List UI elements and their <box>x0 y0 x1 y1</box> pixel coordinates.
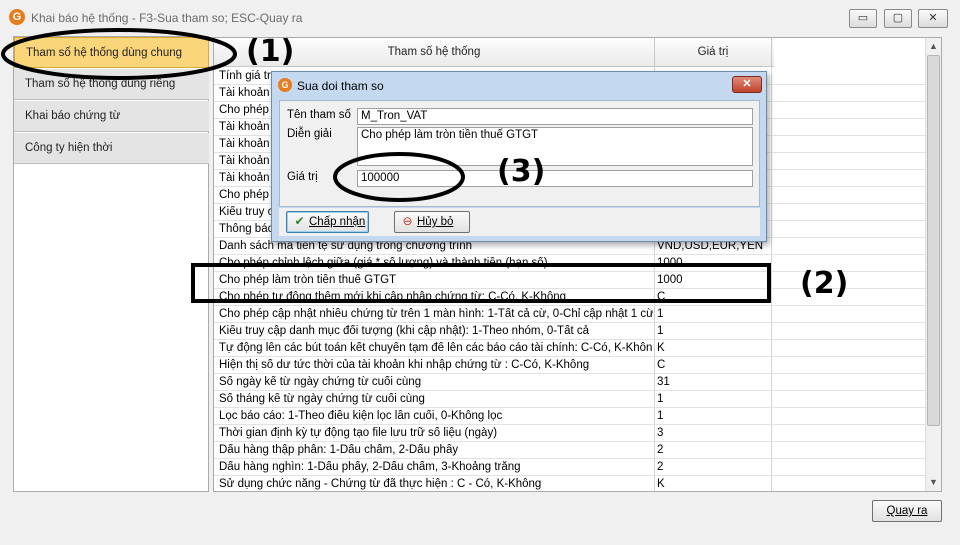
param-name-cell: Cho phép chỉnh lệch giữa (giá * số lượng… <box>219 257 548 269</box>
description-field[interactable]: Cho phép làm tròn tiền thuế GTGT <box>357 127 753 166</box>
param-name-cell: Hiện thị số dư tức thời của tài khoản kh… <box>219 359 590 371</box>
sidebar: Tham số hệ thống dùng chung Tham số hệ t… <box>13 36 209 492</box>
exit-button[interactable]: Quay ra <box>872 500 942 522</box>
dialog-close-button[interactable]: ✕ <box>732 76 762 93</box>
checkmark-icon: ✔ <box>294 214 305 228</box>
cancel-icon: ⊖ <box>402 214 413 228</box>
param-name-cell: Tự động lên các bút toán kết chuyển tạm … <box>219 342 653 354</box>
param-value-cell: C <box>657 291 666 303</box>
annotation-label-3: (3) <box>497 154 546 189</box>
value-label: Giá trị <box>287 171 318 183</box>
param-name-cell: Số ngày kể từ ngày chứng từ cuối cùng <box>219 376 422 388</box>
param-name-field[interactable]: M_Tron_VAT <box>357 108 753 125</box>
vertical-scrollbar[interactable]: ▲ ▼ <box>925 38 941 491</box>
param-value-cell: K <box>657 342 665 354</box>
sidebar-item-current-company[interactable]: Công ty hiện thời <box>14 133 209 164</box>
param-name-cell: Cho phép cập nhật nhiều chứng từ trên 1 … <box>219 308 653 320</box>
cancel-button[interactable]: ⊖ Hủy bỏ <box>394 211 470 233</box>
param-value-cell: K <box>657 478 665 490</box>
param-name-cell: Thời gian định kỳ tự động tạo file lưu t… <box>219 427 498 439</box>
param-name-cell: Số tháng kể từ ngày chứng từ cuối cùng <box>219 393 425 405</box>
scroll-thumb[interactable] <box>927 55 940 426</box>
accept-button[interactable]: ✔ Chấp nhận <box>286 211 369 233</box>
param-value-cell: 1 <box>657 325 664 337</box>
param-value-cell: 1000 <box>657 257 683 269</box>
param-name-cell: Dấu hàng nghìn: 1-Dấu phẩy, 2-Dấu chấm, … <box>219 461 521 473</box>
param-value-cell: 3 <box>657 427 664 439</box>
column-header-value[interactable]: Giá trị <box>655 38 772 67</box>
value-field[interactable]: 100000 <box>357 170 753 187</box>
table-row[interactable]: Sử dụng chức năng - Chứng từ đã thực hiệ… <box>214 476 925 491</box>
table-row[interactable]: Dấu hàng thập phân: 1-Dấu chấm, 2-Dấu ph… <box>214 442 925 459</box>
table-row[interactable]: Số tháng kể từ ngày chứng từ cuối cùng 1 <box>214 391 925 408</box>
table-row[interactable]: Kiểu truy cập danh mục đối tượng (khi cậ… <box>214 323 925 340</box>
maximize-button[interactable]: ▢ <box>884 9 912 28</box>
param-value-cell: 1 <box>657 410 664 422</box>
annotation-label-1: (1) <box>246 34 295 69</box>
table-row[interactable]: Dấu hàng nghìn: 1-Dấu phẩy, 2-Dấu chấm, … <box>214 459 925 476</box>
param-name-cell: Cho phép tự động thêm mới khi cập nhập c… <box>219 291 567 303</box>
annotation-label-2: (2) <box>800 266 849 301</box>
minimize-button[interactable]: ▭ <box>849 9 877 28</box>
scroll-up-icon[interactable]: ▲ <box>926 38 941 54</box>
cancel-button-label: Hủy bỏ <box>417 216 454 228</box>
title-bar: G Khai báo hệ thống - F3-Sua tham so; ES… <box>0 0 960 36</box>
sidebar-item-document-setup[interactable]: Khai báo chứng từ <box>14 101 209 132</box>
table-row[interactable]: Cho phép cập nhật nhiều chứng từ trên 1 … <box>214 306 925 323</box>
param-name-cell: Sử dụng chức năng - Chứng từ đã thực hiệ… <box>219 478 542 490</box>
table-row[interactable]: Lọc báo cáo: 1-Theo điều kiện lọc lần cu… <box>214 408 925 425</box>
dialog-title: Sua doi tham so <box>297 79 384 93</box>
param-name-cell: Lọc báo cáo: 1-Theo điều kiện lọc lần cu… <box>219 410 503 422</box>
param-name-cell: Cho phép làm tròn tiền thuế GTGT <box>219 274 397 286</box>
param-value-cell: 2 <box>657 461 664 473</box>
param-value-cell: 1 <box>657 393 664 405</box>
dialog-footer: ✔ Chấp nhận ⊖ Hủy bỏ <box>279 208 760 236</box>
param-value-cell: C <box>657 359 666 371</box>
table-row[interactable]: Hiện thị số dư tức thời của tài khoản kh… <box>214 357 925 374</box>
param-value-cell: 1000 <box>657 274 683 286</box>
sidebar-item-private-params[interactable]: Tham số hệ thống dùng riêng <box>14 69 209 100</box>
table-row[interactable]: Thời gian định kỳ tự động tạo file lưu t… <box>214 425 925 442</box>
table-row[interactable]: Tự động lên các bút toán kết chuyển tạm … <box>214 340 925 357</box>
accept-button-label: Chấp nhận <box>309 216 366 228</box>
param-value-cell: 31 <box>657 376 670 388</box>
dialog-title-bar: G Sua doi tham so ✕ <box>272 72 766 98</box>
window-title: Khai báo hệ thống - F3-Sua tham so; ESC-… <box>31 11 303 25</box>
scroll-down-icon[interactable]: ▼ <box>926 474 941 490</box>
app-logo-icon: G <box>9 9 25 25</box>
param-value-cell: 1 <box>657 308 664 320</box>
param-name-cell: Kiểu truy cập danh mục đối tượng (khi cậ… <box>219 325 590 337</box>
description-label: Diễn giải <box>287 128 332 140</box>
sidebar-item-shared-params[interactable]: Tham số hệ thống dùng chung <box>14 37 209 68</box>
dialog-app-icon: G <box>278 78 292 92</box>
param-name-label: Tên tham số <box>287 109 351 121</box>
close-button[interactable]: ✕ <box>918 9 948 28</box>
grid-header: Tham số hệ thống Giá trị <box>214 38 774 67</box>
table-row[interactable]: Số ngày kể từ ngày chứng từ cuối cùng 31 <box>214 374 925 391</box>
param-value-cell: 2 <box>657 444 664 456</box>
param-name-cell: Dấu hàng thập phân: 1-Dấu chấm, 2-Dấu ph… <box>219 444 459 456</box>
